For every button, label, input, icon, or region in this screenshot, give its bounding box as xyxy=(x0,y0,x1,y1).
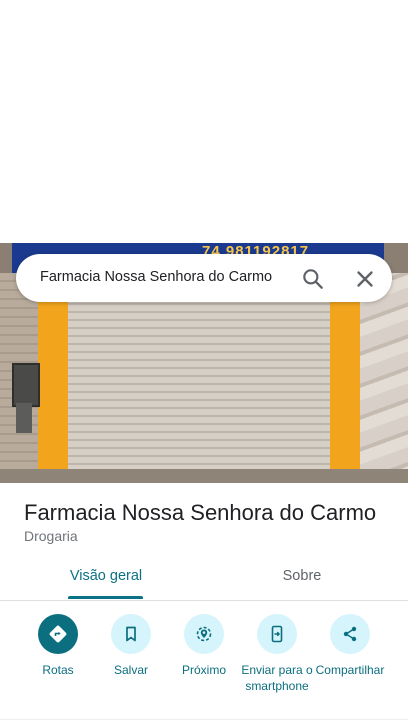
directions-label: Rotas xyxy=(42,663,74,677)
active-tab-indicator xyxy=(68,596,143,599)
share-button[interactable]: Compartilhar xyxy=(310,614,390,678)
map-area[interactable] xyxy=(0,0,408,243)
place-title: Farmacia Nossa Senhora do Carmo xyxy=(24,500,377,525)
place-tabs: Visão geral Sobre xyxy=(0,556,408,601)
directions-button[interactable]: Rotas xyxy=(18,614,98,678)
nearby-label: Próximo xyxy=(181,663,226,677)
send-to-phone-label: Enviar para o smartphone xyxy=(241,663,313,693)
save-button[interactable]: Salvar xyxy=(91,614,171,678)
tab-overview[interactable]: Visão geral xyxy=(4,556,208,600)
place-category[interactable]: Drogaria xyxy=(24,528,78,544)
yellow-pillar-left xyxy=(38,273,68,483)
share-label: Compartilhar xyxy=(315,663,385,677)
search-icon[interactable] xyxy=(300,266,326,292)
save-label: Salvar xyxy=(113,663,148,677)
search-query[interactable]: Farmacia Nossa Senhora do Carmo xyxy=(40,269,272,285)
divider xyxy=(0,719,408,720)
nearby-icon xyxy=(184,614,224,654)
action-buttons: Rotas Salvar Próximo Enviar para o smart… xyxy=(0,614,408,714)
electric-meter xyxy=(12,363,40,407)
share-icon xyxy=(330,614,370,654)
electric-box xyxy=(16,403,32,433)
tab-about[interactable]: Sobre xyxy=(200,556,404,600)
wall-right xyxy=(360,273,408,483)
directions-icon xyxy=(38,614,78,654)
search-bar[interactable]: Farmacia Nossa Senhora do Carmo xyxy=(16,254,392,302)
send-to-phone-button[interactable]: Enviar para o smartphone xyxy=(237,614,317,694)
bookmark-icon xyxy=(111,614,151,654)
rolling-shutter xyxy=(68,273,330,483)
close-icon[interactable] xyxy=(352,266,378,292)
nearby-button[interactable]: Próximo xyxy=(164,614,244,678)
yellow-pillar-right xyxy=(330,273,360,483)
sidewalk xyxy=(0,469,408,483)
send-to-phone-icon xyxy=(257,614,297,654)
